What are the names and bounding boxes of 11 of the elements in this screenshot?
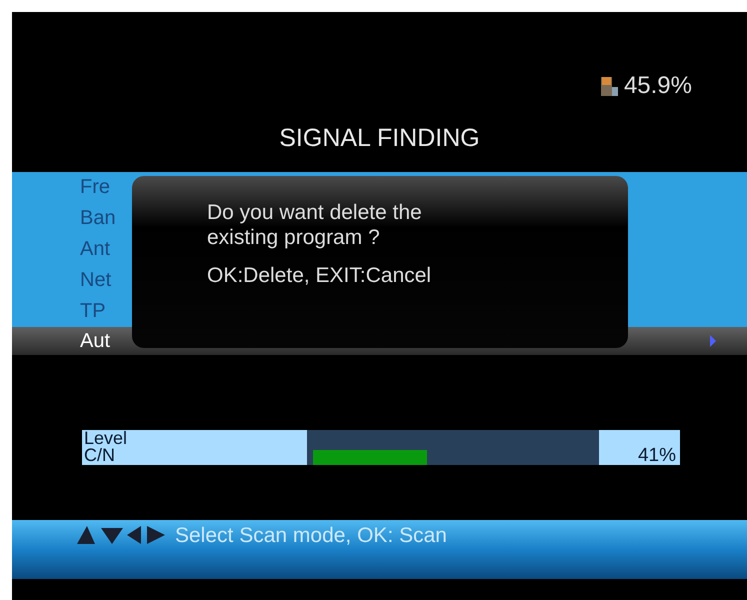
signal-icon [600, 75, 620, 97]
meter-label: Level [84, 430, 128, 447]
right-arrow-icon [709, 334, 717, 348]
meter-label: C/N [84, 447, 116, 464]
screen-title: SIGNAL FINDING [278, 124, 481, 154]
dialog-message: Do you want delete the existing program ? [207, 200, 423, 250]
signal-reading: 45.9% [624, 72, 692, 100]
dialog-hint: OK:Delete, EXIT:Cancel [207, 264, 432, 288]
navigation-arrows-icon [75, 524, 167, 546]
meter-reading: 41% [638, 445, 676, 466]
help-text: Select Scan mode, OK: Scan [175, 524, 447, 548]
